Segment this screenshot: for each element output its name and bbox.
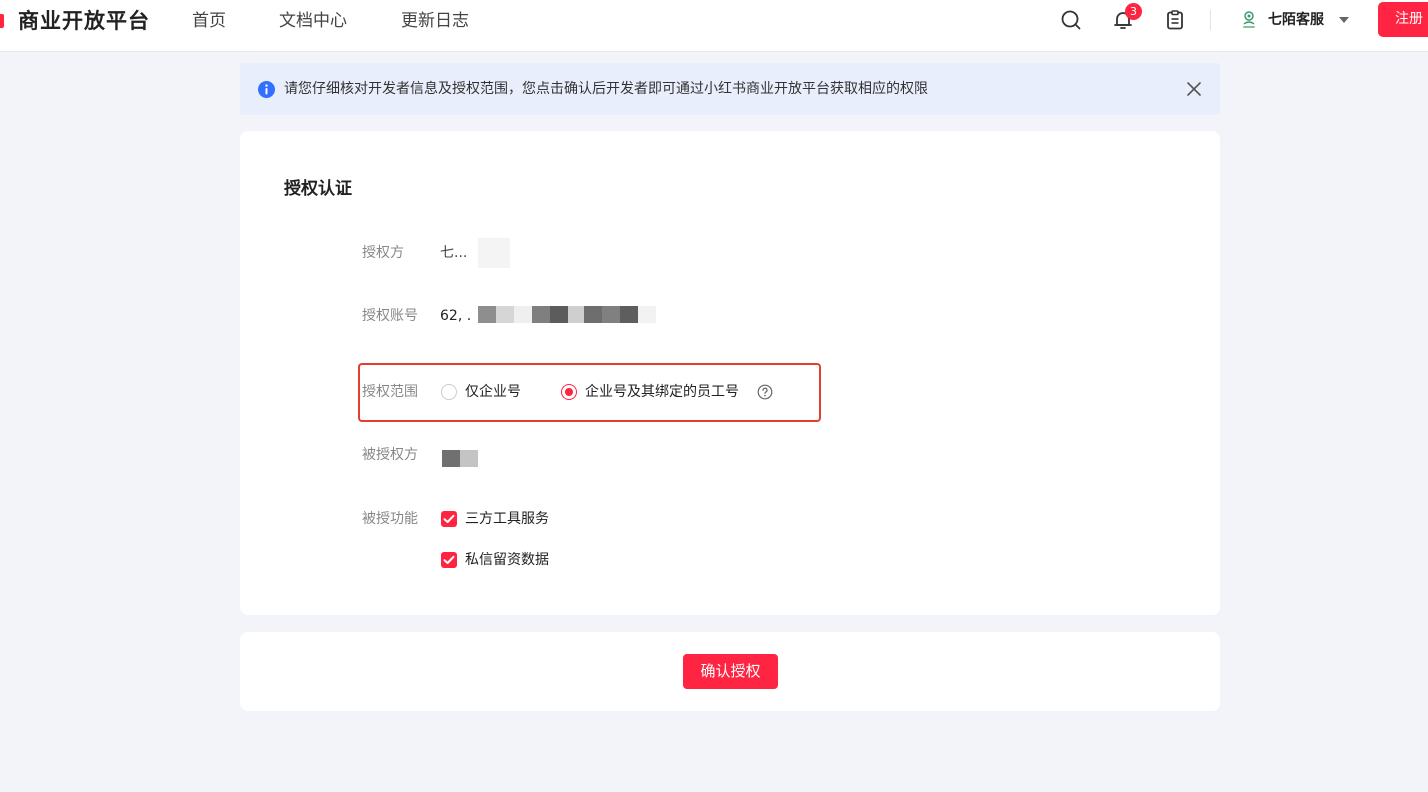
- function-checkbox-third-party[interactable]: [441, 511, 457, 527]
- grantor-value: 七...: [440, 245, 468, 261]
- account-avatar[interactable]: [1238, 9, 1260, 31]
- account-value: 62, .: [440, 308, 472, 324]
- header-divider: [1210, 10, 1211, 30]
- authorization-card: 授权认证 授权方 七... 授权账号 62, . 授权范围 仅企业号 企业号及其…: [240, 131, 1220, 615]
- action-bar: 确认授权: [240, 632, 1220, 711]
- brand-title[interactable]: 商业开放平台: [18, 7, 150, 35]
- page-title: 授权认证: [284, 179, 352, 199]
- clipboard-icon[interactable]: [1164, 9, 1186, 31]
- close-icon[interactable]: [1186, 81, 1202, 97]
- scope-radio-enterprise-only[interactable]: [441, 384, 457, 400]
- help-icon[interactable]: [757, 384, 773, 400]
- nav-home[interactable]: 首页: [192, 9, 226, 33]
- check-icon: [443, 555, 455, 564]
- function-third-party-label[interactable]: 三方工具服务: [465, 509, 549, 529]
- search-icon[interactable]: [1060, 9, 1082, 31]
- grantee-label: 被授权方: [362, 447, 418, 463]
- caret-down-icon[interactable]: [1337, 14, 1351, 26]
- account-name[interactable]: 七陌客服: [1268, 9, 1324, 31]
- check-icon: [443, 514, 455, 523]
- account-label: 授权账号: [362, 308, 418, 324]
- info-icon: [258, 81, 275, 98]
- top-bar: 商业开放平台 首页 文档中心 更新日志 3 七陌客服 注册: [0, 0, 1428, 52]
- grantor-label: 授权方: [362, 245, 404, 261]
- confirm-authorization-button[interactable]: 确认授权: [683, 654, 778, 689]
- functions-label: 被授功能: [362, 511, 418, 527]
- nav-docs[interactable]: 文档中心: [279, 9, 347, 33]
- scope-label: 授权范围: [362, 384, 418, 400]
- scope-option-enterprise-only[interactable]: 仅企业号: [465, 382, 521, 402]
- notice-banner: 请您仔细核对开发者信息及授权范围，您点击确认后开发者即可通过小红书商业开放平台获…: [240, 63, 1220, 115]
- notice-text: 请您仔细核对开发者信息及授权范围，您点击确认后开发者即可通过小红书商业开放平台获…: [284, 81, 928, 97]
- function-dm-leads-label[interactable]: 私信留资数据: [465, 550, 549, 570]
- nav-changelog[interactable]: 更新日志: [401, 9, 469, 33]
- scope-radio-enterprise-and-staff[interactable]: [561, 384, 577, 400]
- scope-option-enterprise-and-staff[interactable]: 企业号及其绑定的员工号: [585, 382, 739, 402]
- register-button[interactable]: 注册: [1378, 2, 1428, 37]
- notification-badge: 3: [1125, 3, 1142, 20]
- logo-mark: [0, 14, 4, 28]
- function-checkbox-dm-leads[interactable]: [441, 552, 457, 568]
